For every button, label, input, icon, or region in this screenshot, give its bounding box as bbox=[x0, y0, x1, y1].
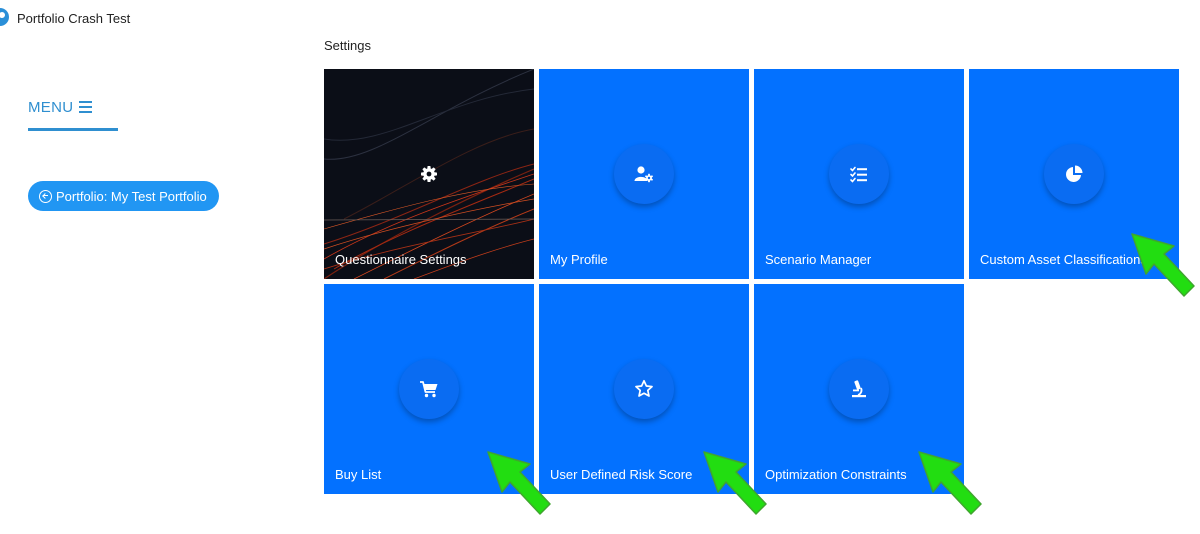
tile-scenario-manager[interactable]: Scenario Manager bbox=[754, 69, 964, 279]
tile-icon-badge bbox=[614, 359, 674, 419]
checklist-icon bbox=[850, 166, 867, 183]
menu-toggle[interactable]: MENU bbox=[28, 96, 118, 131]
shopping-cart-icon bbox=[420, 381, 438, 398]
tile-icon-badge bbox=[399, 359, 459, 419]
tile-buy-list[interactable]: Buy List bbox=[324, 284, 534, 494]
tile-icon-badge bbox=[829, 144, 889, 204]
hamburger-icon bbox=[79, 101, 92, 113]
app-header: Portfolio Crash Test bbox=[0, 0, 400, 36]
tile-label: Custom Asset Classifications bbox=[980, 252, 1147, 267]
portfolio-back-button[interactable]: Portfolio: My Test Portfolio bbox=[28, 181, 219, 211]
page-title: Settings bbox=[324, 38, 371, 53]
tile-user-defined-risk-score[interactable]: User Defined Risk Score bbox=[539, 284, 749, 494]
gear-icon bbox=[421, 166, 437, 182]
tile-icon-badge bbox=[1044, 144, 1104, 204]
menu-label: MENU bbox=[28, 99, 74, 116]
tile-label: User Defined Risk Score bbox=[550, 467, 693, 482]
user-cog-icon bbox=[634, 166, 653, 183]
tile-icon-badge bbox=[614, 144, 674, 204]
app-logo-icon bbox=[0, 8, 9, 26]
portfolio-button-label: Portfolio: My Test Portfolio bbox=[56, 188, 207, 204]
tile-icon-badge bbox=[829, 359, 889, 419]
tile-label: My Profile bbox=[550, 252, 608, 267]
tile-label: Optimization Constraints bbox=[765, 467, 907, 482]
tile-questionnaire-settings[interactable]: Questionnaire Settings bbox=[324, 69, 534, 279]
tile-optimization-constraints[interactable]: Optimization Constraints bbox=[754, 284, 964, 494]
microscope-icon bbox=[852, 380, 866, 398]
tile-label: Questionnaire Settings bbox=[335, 252, 467, 267]
pie-chart-icon bbox=[1066, 165, 1083, 182]
tile-custom-asset-classifications[interactable]: Custom Asset Classifications bbox=[969, 69, 1179, 279]
tile-icon-badge bbox=[399, 144, 459, 204]
tile-label: Scenario Manager bbox=[765, 252, 872, 267]
arrow-circle-left-icon bbox=[39, 189, 52, 203]
app-title: Portfolio Crash Test bbox=[17, 11, 131, 26]
star-icon bbox=[635, 379, 653, 397]
tile-label: Buy List bbox=[335, 467, 382, 482]
tile-my-profile[interactable]: My Profile bbox=[539, 69, 749, 279]
